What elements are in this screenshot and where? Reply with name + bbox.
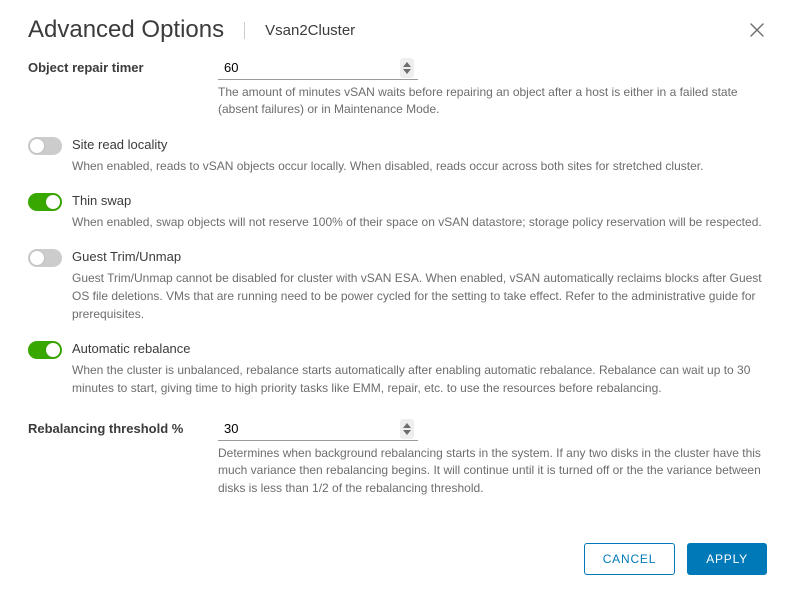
close-icon xyxy=(750,23,764,37)
guest-trim-toggle[interactable] xyxy=(28,249,62,267)
dialog-title: Advanced Options xyxy=(28,16,244,44)
object-repair-timer-input[interactable] xyxy=(218,56,418,80)
rebalancing-threshold-input[interactable] xyxy=(218,417,418,441)
site-read-locality-label: Site read locality xyxy=(72,137,767,152)
guest-trim-label: Guest Trim/Unmap xyxy=(72,249,767,264)
site-read-locality-row: Site read locality When enabled, reads t… xyxy=(28,137,767,175)
object-repair-timer-help: The amount of minutes vSAN waits before … xyxy=(218,84,767,119)
automatic-rebalance-toggle[interactable] xyxy=(28,341,62,359)
automatic-rebalance-help: When the cluster is unbalanced, rebalanc… xyxy=(72,361,767,397)
site-read-locality-toggle[interactable] xyxy=(28,137,62,155)
dialog-context: Vsan2Cluster xyxy=(244,22,355,39)
thin-swap-help: When enabled, swap objects will not rese… xyxy=(72,213,767,231)
thin-swap-toggle[interactable] xyxy=(28,193,62,211)
dialog-footer: CANCEL APPLY xyxy=(0,525,795,595)
cancel-button[interactable]: CANCEL xyxy=(584,543,675,575)
automatic-rebalance-row: Automatic rebalance When the cluster is … xyxy=(28,341,767,397)
apply-button[interactable]: APPLY xyxy=(687,543,767,575)
object-repair-timer-row: Object repair timer The amount of minute… xyxy=(28,56,767,119)
guest-trim-row: Guest Trim/Unmap Guest Trim/Unmap cannot… xyxy=(28,249,767,323)
rebalancing-threshold-label: Rebalancing threshold % xyxy=(28,417,218,436)
thin-swap-row: Thin swap When enabled, swap objects wil… xyxy=(28,193,767,231)
advanced-options-dialog: Advanced Options Vsan2Cluster Object rep… xyxy=(0,0,795,595)
automatic-rebalance-label: Automatic rebalance xyxy=(72,341,767,356)
dialog-header: Advanced Options Vsan2Cluster xyxy=(0,0,795,56)
guest-trim-help: Guest Trim/Unmap cannot be disabled for … xyxy=(72,269,767,323)
close-button[interactable] xyxy=(747,20,767,40)
rebalancing-threshold-help: Determines when background rebalancing s… xyxy=(218,445,767,497)
dialog-body: Object repair timer The amount of minute… xyxy=(0,56,795,525)
object-repair-timer-label: Object repair timer xyxy=(28,56,218,75)
rebalancing-threshold-row: Rebalancing threshold % Determines when … xyxy=(28,417,767,497)
thin-swap-label: Thin swap xyxy=(72,193,767,208)
site-read-locality-help: When enabled, reads to vSAN objects occu… xyxy=(72,157,767,175)
